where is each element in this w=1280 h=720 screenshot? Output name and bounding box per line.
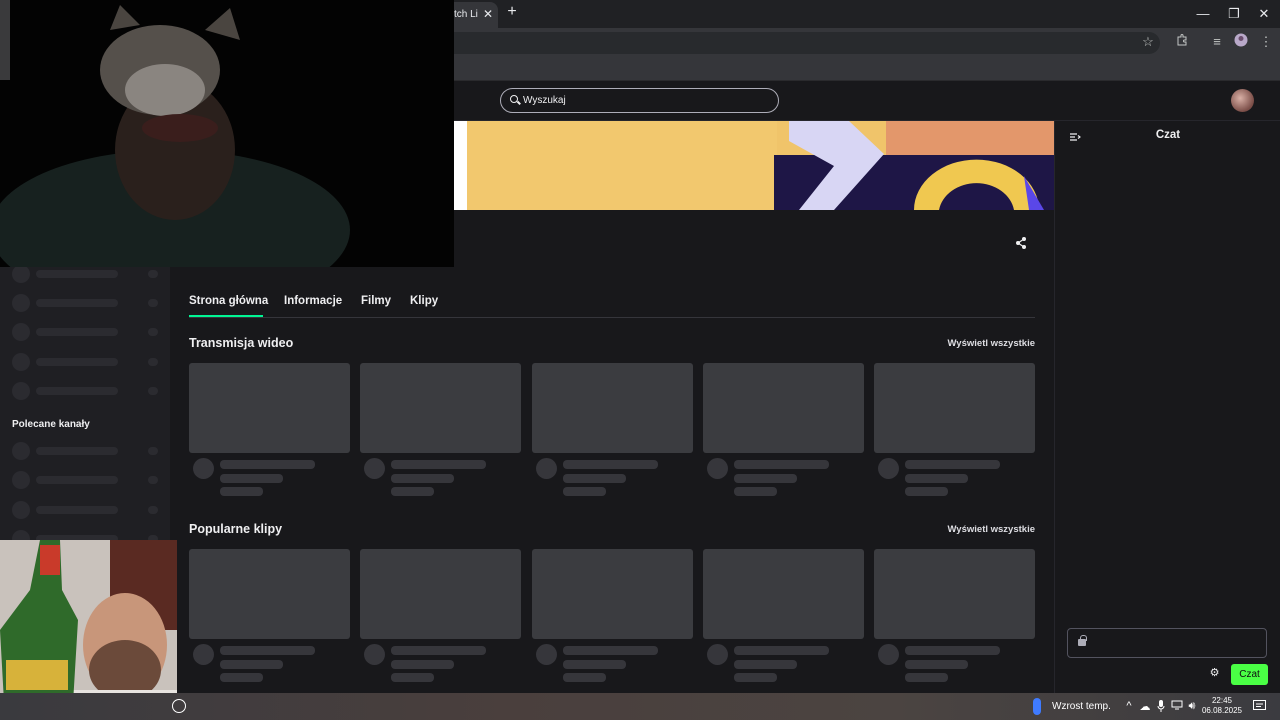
- clock[interactable]: 22:45 06.08.2025: [1200, 696, 1244, 716]
- window-close-icon[interactable]: ✕: [1254, 4, 1274, 24]
- see-all-videos-link[interactable]: Wyświetl wszystkie: [900, 338, 1035, 349]
- channel-banner: [454, 121, 1054, 210]
- weather-text[interactable]: Wzrost temp.: [1052, 701, 1111, 712]
- share-icon[interactable]: [1012, 234, 1030, 252]
- clock-time: 22:45: [1211, 696, 1233, 705]
- sidebar-skeleton-item: [12, 323, 162, 341]
- volume-icon[interactable]: 🔊︎: [1185, 700, 1199, 713]
- tab-clips[interactable]: Klipy: [410, 295, 438, 307]
- network-icon[interactable]: [1170, 700, 1184, 713]
- video-card-skeleton[interactable]: [874, 363, 1035, 498]
- tab-about[interactable]: Informacje: [284, 295, 342, 307]
- sidebar-skeleton-item: [12, 471, 162, 489]
- screen: tch Li ✕ + — ❐ ✕ ☆ ≡ ⋮ Polecane: [0, 0, 1280, 720]
- taskbar: Wzrost temp. ^ ☁ 🔊︎ 22:45 06.08.2025: [0, 693, 1280, 720]
- chat-input[interactable]: [1067, 628, 1267, 658]
- sidebar-skeleton-item: [12, 382, 162, 400]
- sidebar-skeleton-item: [12, 353, 162, 371]
- browser-tab-title: tch Li: [454, 9, 478, 20]
- user-avatar[interactable]: [1231, 89, 1254, 112]
- lock-icon: [1078, 635, 1087, 646]
- new-tab-icon[interactable]: +: [504, 3, 520, 21]
- webcam-overlay-top: [0, 0, 454, 267]
- notifications-icon[interactable]: [1252, 700, 1266, 715]
- recommended-channels-heading: Polecane kanały: [12, 419, 90, 430]
- clip-card-skeleton[interactable]: [874, 549, 1035, 684]
- taskbar-app-icon[interactable]: [172, 699, 186, 713]
- tab-home[interactable]: Strona główna: [189, 295, 268, 307]
- search-icon: [510, 95, 518, 103]
- clip-card-skeleton[interactable]: [532, 549, 693, 684]
- section-title-clips: Popularne klipy: [189, 522, 283, 536]
- channel-tabs: Strona główna Informacje Filmy Klipy: [189, 295, 1035, 318]
- clock-date: 06.08.2025: [1201, 706, 1243, 715]
- video-card-skeleton[interactable]: [532, 363, 693, 498]
- restore-icon[interactable]: ❐: [1224, 4, 1244, 24]
- tab-videos[interactable]: Filmy: [361, 295, 391, 307]
- clip-card-skeleton[interactable]: [360, 549, 521, 684]
- video-card-skeleton[interactable]: [360, 363, 521, 498]
- gear-icon[interactable]: ⚙: [1209, 668, 1220, 679]
- clip-card-skeleton[interactable]: [703, 549, 864, 684]
- close-tab-icon[interactable]: ✕: [483, 7, 493, 21]
- reading-list-icon[interactable]: ≡: [1208, 33, 1226, 51]
- weather-icon[interactable]: [1033, 698, 1041, 715]
- search-box: [500, 88, 779, 113]
- chat-panel: Czat ⚙ Czat: [1054, 121, 1280, 693]
- chat-send-button[interactable]: Czat: [1231, 664, 1268, 685]
- microphone-icon[interactable]: [1154, 700, 1168, 715]
- extensions-icon[interactable]: [1173, 33, 1191, 51]
- profile-avatar[interactable]: [1232, 33, 1250, 51]
- active-tab-indicator: [189, 315, 263, 317]
- chevron-up-icon[interactable]: ^: [1122, 700, 1136, 712]
- chat-title: Czat: [1155, 129, 1181, 141]
- bookmark-star-icon[interactable]: ☆: [1139, 33, 1157, 51]
- cloud-icon[interactable]: ☁: [1138, 700, 1152, 713]
- sidebar-skeleton-item: [12, 294, 162, 312]
- sidebar-skeleton-item: [12, 265, 162, 283]
- video-card-skeleton[interactable]: [189, 363, 350, 498]
- sidebar-skeleton-item: [12, 442, 162, 460]
- browser-menu-icon[interactable]: ⋮: [1257, 33, 1275, 51]
- clip-card-skeleton[interactable]: [189, 549, 350, 684]
- sidebar-skeleton-item: [12, 501, 162, 519]
- video-card-skeleton[interactable]: [703, 363, 864, 498]
- section-title-videos: Transmisja wideo: [189, 336, 294, 350]
- minimize-icon[interactable]: —: [1193, 4, 1213, 24]
- search-input[interactable]: [523, 89, 763, 112]
- see-all-clips-link[interactable]: Wyświetl wszystkie: [900, 524, 1035, 535]
